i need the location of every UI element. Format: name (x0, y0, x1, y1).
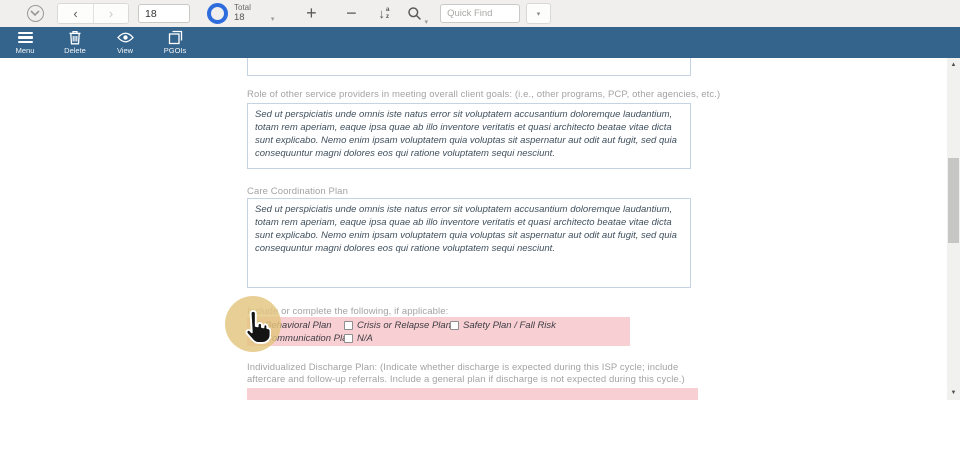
search-button[interactable] (407, 6, 422, 21)
crisis-relapse-plan-label: Crisis or Relapse Plan (357, 320, 451, 331)
pgois-label: PGOIs (164, 46, 187, 55)
search-icon (407, 6, 422, 21)
na-checkbox[interactable]: N/A (344, 333, 373, 344)
role-of-providers-textarea[interactable]: Sed ut perspiciatis unde omnis iste natu… (247, 103, 691, 169)
top-toolbar: ‹ › Total 18 ▾ + − ↓ az ▾ ▾ (0, 0, 960, 27)
ribbon-toolbar: Menu Delete View (0, 27, 960, 58)
menu-label: Menu (16, 46, 35, 55)
quick-find-dropdown-button[interactable]: ▾ (526, 3, 551, 24)
total-records: Total 18 ▾ (207, 3, 274, 24)
scrollbar-thumb[interactable] (948, 158, 959, 243)
vertical-scrollbar[interactable]: ▲ ▼ (947, 58, 960, 400)
discharge-plan-highlight-field[interactable] (247, 388, 698, 400)
safety-plan-fall-risk-label: Safety Plan / Fall Risk (463, 320, 556, 331)
trash-icon (68, 30, 82, 45)
checkbox-icon[interactable] (344, 334, 353, 343)
pointer-hand-icon (237, 309, 271, 347)
menu-icon (18, 30, 33, 45)
total-value: 18 (234, 13, 251, 24)
discharge-plan-label: Individualized Discharge Plan: (Indicate… (247, 362, 715, 386)
na-label: N/A (357, 333, 373, 344)
care-coordination-textarea[interactable]: Sed ut perspiciatis unde omnis iste natu… (247, 198, 691, 288)
checkbox-icon[interactable] (450, 321, 459, 330)
delete-button[interactable]: Delete (50, 27, 100, 58)
scroll-down-icon[interactable]: ▼ (947, 387, 960, 399)
next-record-button[interactable]: › (93, 4, 128, 23)
copy-pages-icon (168, 30, 183, 45)
record-number-input[interactable] (138, 4, 190, 23)
view-label: View (117, 46, 133, 55)
delete-label: Delete (64, 46, 86, 55)
sort-arrow-icon: ↓ (378, 6, 385, 21)
zoom-out-button[interactable]: − (340, 3, 362, 24)
form-document: Role of other service providers in meeti… (0, 58, 947, 400)
care-coordination-label: Care Coordination Plan (247, 186, 348, 197)
quick-find-input[interactable] (440, 4, 520, 23)
crisis-relapse-plan-checkbox[interactable]: Crisis or Relapse Plan (344, 320, 451, 331)
pgois-button[interactable]: PGOIs (150, 27, 200, 58)
menu-button[interactable]: Menu (0, 27, 50, 58)
role-of-providers-label: Role of other service providers in meeti… (247, 89, 720, 100)
view-button[interactable]: View (100, 27, 150, 58)
search-caret-down-icon[interactable]: ▾ (425, 18, 429, 26)
record-nav-group: ‹ › (57, 3, 129, 24)
previous-field-textbox[interactable] (247, 58, 691, 76)
sort-az-icon: az (386, 7, 390, 20)
collapse-chevron-circle-icon[interactable] (27, 5, 44, 22)
total-caret-down-icon[interactable]: ▾ (271, 15, 275, 23)
scroll-up-icon[interactable]: ▲ (947, 59, 960, 71)
checkbox-icon[interactable] (344, 321, 353, 330)
app-window: ‹ › Total 18 ▾ + − ↓ az ▾ ▾ (0, 0, 960, 469)
zoom-in-button[interactable]: + (300, 3, 322, 24)
eye-icon (117, 30, 134, 45)
applicable-plans-highlight: Behavioral Plan Crisis or Relapse Plan S… (247, 317, 630, 346)
previous-record-button[interactable]: ‹ (58, 4, 93, 23)
total-ring-icon (207, 3, 228, 24)
safety-plan-fall-risk-checkbox[interactable]: Safety Plan / Fall Risk (450, 320, 556, 331)
sort-az-button[interactable]: ↓ az (378, 6, 389, 21)
